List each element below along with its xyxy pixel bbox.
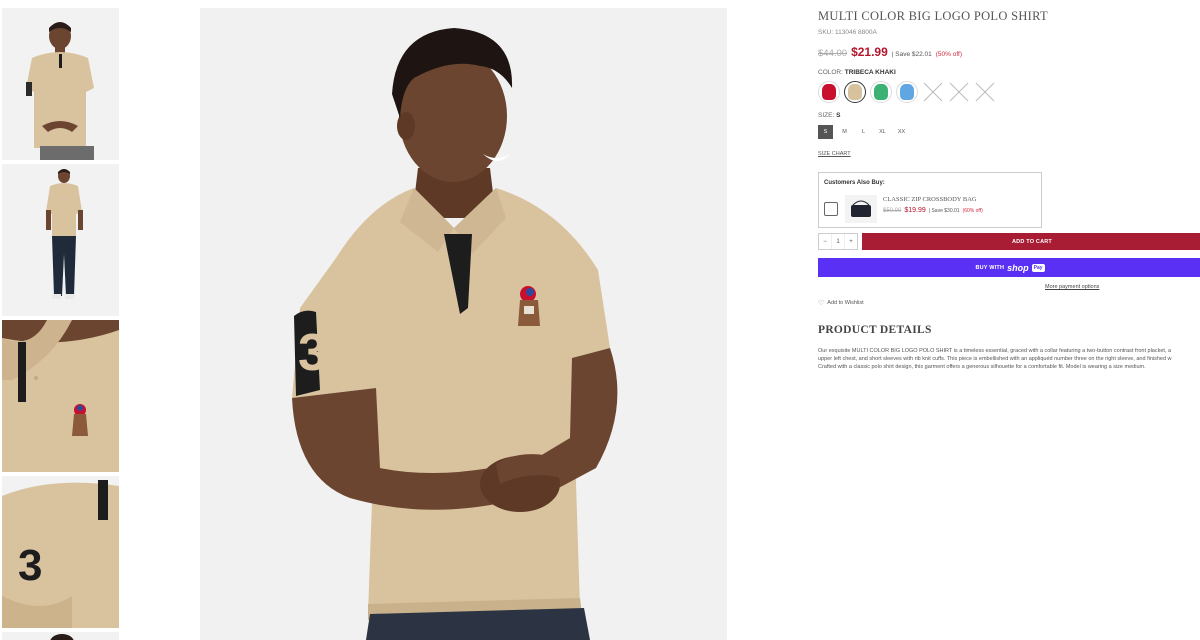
model-front-image bbox=[2, 8, 119, 160]
thumbnail-more[interactable] bbox=[2, 632, 119, 640]
polo-blue-icon bbox=[900, 84, 914, 100]
add-to-wishlist[interactable]: ♡ Add to Wishlist bbox=[818, 299, 864, 307]
price-row: $44.00 $21.99 | Save $22.01 (50% off) bbox=[818, 45, 962, 59]
shop-logo: shop bbox=[1007, 262, 1029, 273]
color-swatches bbox=[818, 81, 996, 103]
sale-price: $21.99 bbox=[851, 45, 888, 59]
quantity-increase-button[interactable]: + bbox=[845, 234, 857, 249]
savings-percent: (50% off) bbox=[935, 51, 963, 58]
color-label-text: COLOR: bbox=[818, 69, 843, 76]
also-buy-item-name[interactable]: CLASSIC ZIP CROSSBODY BAG bbox=[883, 196, 977, 203]
logo-detail-image bbox=[2, 320, 119, 472]
add-to-cart-button[interactable]: ADD TO CART bbox=[862, 233, 1200, 250]
size-option-m[interactable]: M bbox=[837, 125, 852, 139]
thumbnail-more-image bbox=[2, 632, 119, 640]
also-buy-prices: $50.00 $19.99 | Save $30.01 (60% off) bbox=[883, 207, 983, 214]
size-label: SIZE: S bbox=[818, 112, 840, 119]
original-price: $44.00 bbox=[818, 48, 848, 59]
color-swatch-unavailable[interactable] bbox=[974, 81, 996, 103]
svg-text:3: 3 bbox=[298, 324, 327, 382]
more-payment-options-link[interactable]: More payment options bbox=[1045, 284, 1099, 290]
crossbody-bag-image bbox=[845, 195, 877, 223]
quantity-stepper: − 1 + bbox=[818, 233, 858, 250]
size-label-text: SIZE: bbox=[818, 112, 835, 119]
size-option-s[interactable]: S bbox=[818, 125, 833, 139]
polo-red-icon bbox=[822, 84, 836, 100]
main-product-image[interactable]: 3 bbox=[200, 8, 727, 640]
shop-pay-button[interactable]: BUY WITH shop Pay bbox=[818, 258, 1200, 277]
thumbnail-logo-detail[interactable] bbox=[2, 320, 119, 472]
model-polo-illustration: 3 bbox=[200, 8, 727, 640]
product-title: MULTI COLOR BIG LOGO POLO SHIRT bbox=[818, 9, 1048, 23]
product-sku: SKU: 113046 8800A bbox=[818, 29, 877, 36]
quantity-input[interactable]: 1 bbox=[831, 234, 845, 249]
color-swatch-unavailable[interactable] bbox=[948, 81, 970, 103]
thumbnail-full-body[interactable] bbox=[2, 164, 119, 316]
bag-icon bbox=[851, 200, 871, 217]
size-option-xx[interactable]: XX bbox=[894, 125, 909, 139]
polo-green-icon bbox=[874, 84, 888, 100]
heart-icon: ♡ bbox=[818, 300, 825, 307]
wishlist-label: Add to Wishlist bbox=[827, 300, 864, 306]
color-swatch-blue[interactable] bbox=[896, 81, 918, 103]
unavailable-cross-icon bbox=[923, 82, 943, 102]
unavailable-cross-icon bbox=[975, 82, 995, 102]
color-swatch-red[interactable] bbox=[818, 81, 840, 103]
thumbnail-sleeve-detail[interactable]: 3 bbox=[2, 476, 119, 628]
color-label: COLOR: TRIBECA KHAKI bbox=[818, 69, 896, 76]
product-details-heading: PRODUCT DETAILS bbox=[818, 324, 932, 336]
product-info-panel: MULTI COLOR BIG LOGO POLO SHIRT SKU: 113… bbox=[818, 0, 1200, 640]
svg-text:3: 3 bbox=[18, 541, 42, 590]
size-chart-link[interactable]: SIZE CHART bbox=[818, 151, 851, 157]
details-line: Our exquisite MULTI COLOR BIG LOGO POLO … bbox=[818, 348, 1172, 354]
thumbnail-front-closeup[interactable] bbox=[2, 8, 119, 160]
details-line: Crafted with a classic polo shirt design… bbox=[818, 364, 1146, 370]
thumbnail-gallery: 3 bbox=[2, 8, 120, 640]
model-full-body-image bbox=[2, 164, 119, 316]
also-buy-savings-percent: (60% off) bbox=[962, 208, 983, 214]
pay-badge: Pay bbox=[1031, 263, 1045, 272]
also-buy-original-price: $50.00 bbox=[883, 208, 902, 214]
polo-khaki-icon bbox=[848, 84, 862, 100]
details-line: upper left chest, and short sleeves with… bbox=[818, 356, 1172, 362]
unavailable-cross-icon bbox=[949, 82, 969, 102]
color-swatch-green[interactable] bbox=[870, 81, 892, 103]
also-buy-title: Customers Also Buy: bbox=[824, 180, 885, 186]
size-options: S M L XL XX bbox=[818, 125, 909, 139]
size-option-xl[interactable]: XL bbox=[875, 125, 890, 139]
product-details-text: Our exquisite MULTI COLOR BIG LOGO POLO … bbox=[818, 347, 1200, 371]
color-swatch-unavailable[interactable] bbox=[922, 81, 944, 103]
selected-color-name: TRIBECA KHAKI bbox=[844, 69, 896, 76]
also-buy-savings: | Save $30.01 bbox=[928, 208, 960, 214]
sleeve-detail-image: 3 bbox=[2, 476, 119, 628]
buy-with-label: BUY WITH bbox=[975, 264, 1005, 271]
also-buy-sale-price: $19.99 bbox=[904, 207, 926, 214]
color-swatch-khaki[interactable] bbox=[844, 81, 866, 103]
quantity-decrease-button[interactable]: − bbox=[819, 234, 831, 249]
size-option-l[interactable]: L bbox=[856, 125, 871, 139]
selected-size: S bbox=[836, 112, 841, 119]
savings-amount: | Save $22.01 bbox=[891, 51, 932, 58]
also-buy-checkbox[interactable] bbox=[824, 202, 838, 216]
customers-also-buy-box: Customers Also Buy: CLASSIC ZIP CROSSBOD… bbox=[818, 172, 1042, 228]
